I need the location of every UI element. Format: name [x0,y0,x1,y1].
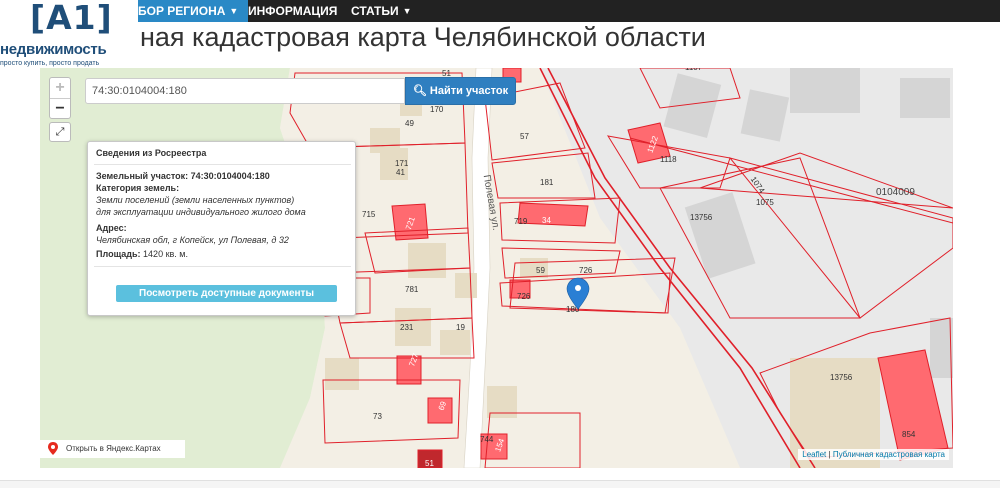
map-label: 231 [400,323,414,332]
map-attribution: Leaflet | Публичная кадастровая карта [798,449,949,460]
map-label: 719 [514,217,528,226]
map-label: 181 [540,178,554,187]
yandex-maps-pin-icon [48,442,58,455]
info-area-row: Площадь: 1420 кв. м. [96,248,188,260]
map-label: 13756 [690,213,713,222]
nav-articles[interactable]: СТАТЬИ ▼ [351,0,412,22]
nav-articles-label: СТАТЬИ [351,4,399,18]
map-label: 744 [480,435,494,444]
info-address-label-text: Адрес: [96,223,127,233]
logo-name: недвижимость [0,41,107,58]
map-label: 170 [430,105,444,114]
quarter-label: 0104009 [876,187,915,198]
find-parcel-label: Найти участок [429,85,509,97]
map-label: 13756 [830,373,853,382]
parcel-info-popup: Сведения из Росреестра Земельный участок… [87,141,356,316]
info-category-value1: Земли поселений (земли населенных пункто… [96,195,295,205]
map-label: 73 [373,412,382,421]
info-area-label: Площадь: [96,249,141,259]
chevron-down-icon: ▼ [402,6,412,16]
logo-tagline: просто купить, просто продать [0,60,100,67]
map-label: 715 [362,210,376,219]
zoom-out-button[interactable]: − [50,98,70,118]
info-parcel-value: 74:30:0104004:180 [190,171,270,181]
map-label: 1075 [756,198,774,207]
info-address-value: Челябинская обл, г Копейск, ул Полевая, … [96,234,289,246]
cadastral-map[interactable]: 51 170 49 171 41 715 721 781 231 19 726 … [40,68,953,468]
yandex-link-label: Открыть в Яндекс.Картах [66,444,161,453]
map-label: 57 [520,132,529,141]
page-footer-strip [0,480,1000,488]
top-navbar: БОР РЕГИОНА ▼ ИНФОРМАЦИЯ СТАТЬИ ▼ [0,0,1000,22]
page-title: ная кадастровая карта Челябинской област… [140,22,706,52]
info-address-value-text: Челябинская обл, г Копейск, ул Полевая, … [96,235,289,245]
map-label: 34 [542,216,551,225]
map-label: 59 [536,266,545,275]
open-in-yandex-link[interactable]: Открыть в Яндекс.Картах [40,440,185,458]
map-label: 1107 [685,68,703,72]
info-category-line1: Земли поселений (земли населенных пункто… [96,194,294,206]
cadastral-source-link[interactable]: Публичная кадастровая карта [833,450,945,459]
logo-mark: [A1] [30,0,113,37]
leaflet-link[interactable]: Leaflet [802,450,826,459]
map-label: 726 [579,266,593,275]
info-category-line2: для эксплуатации индивидуального жилого … [96,206,306,218]
zoom-in-button[interactable]: + [50,78,70,98]
info-title: Сведения из Росреестра [96,148,207,158]
info-address-label: Адрес: [96,222,127,234]
map-label: 41 [396,168,405,177]
map-label: 51 [425,459,434,468]
site-logo[interactable]: [A1] недвижимость просто купить, просто … [0,0,138,70]
info-area-value: 1420 кв. м. [143,249,188,259]
fullscreen-icon[interactable]: ⤢ [49,122,71,142]
map-label: 49 [405,119,414,128]
map-label: 854 [902,430,916,439]
info-category-label: Категория земель: [96,182,179,194]
nav-region-label: БОР РЕГИОНА [138,4,226,18]
nav-region-selector[interactable]: БОР РЕГИОНА ▼ [138,0,249,22]
info-parcel-label: Земельный участок: [96,171,189,181]
map-label: 781 [405,285,419,294]
chevron-down-icon: ▼ [229,6,239,16]
info-parcel-row: Земельный участок: 74:30:0104004:180 [96,170,270,182]
info-category-value2: для эксплуатации индивидуального жилого … [96,207,306,217]
find-parcel-button[interactable]: 🔍︎ Найти участок [405,77,516,105]
info-category-label-text: Категория земель: [96,183,180,193]
zoom-control: + − [49,77,71,119]
map-label: 19 [456,323,465,332]
cadastral-search-input[interactable]: 74:30:0104004:180 [85,78,405,104]
search-icon: 🔍︎ [412,85,427,97]
nav-info[interactable]: ИНФОРМАЦИЯ [248,0,337,22]
nav-info-label: ИНФОРМАЦИЯ [248,4,338,18]
map-label: 1118 [660,155,677,164]
view-documents-button[interactable]: Посмотреть доступные документы [116,285,337,302]
map-label: 171 [395,159,409,168]
map-label: 726 [517,292,531,301]
